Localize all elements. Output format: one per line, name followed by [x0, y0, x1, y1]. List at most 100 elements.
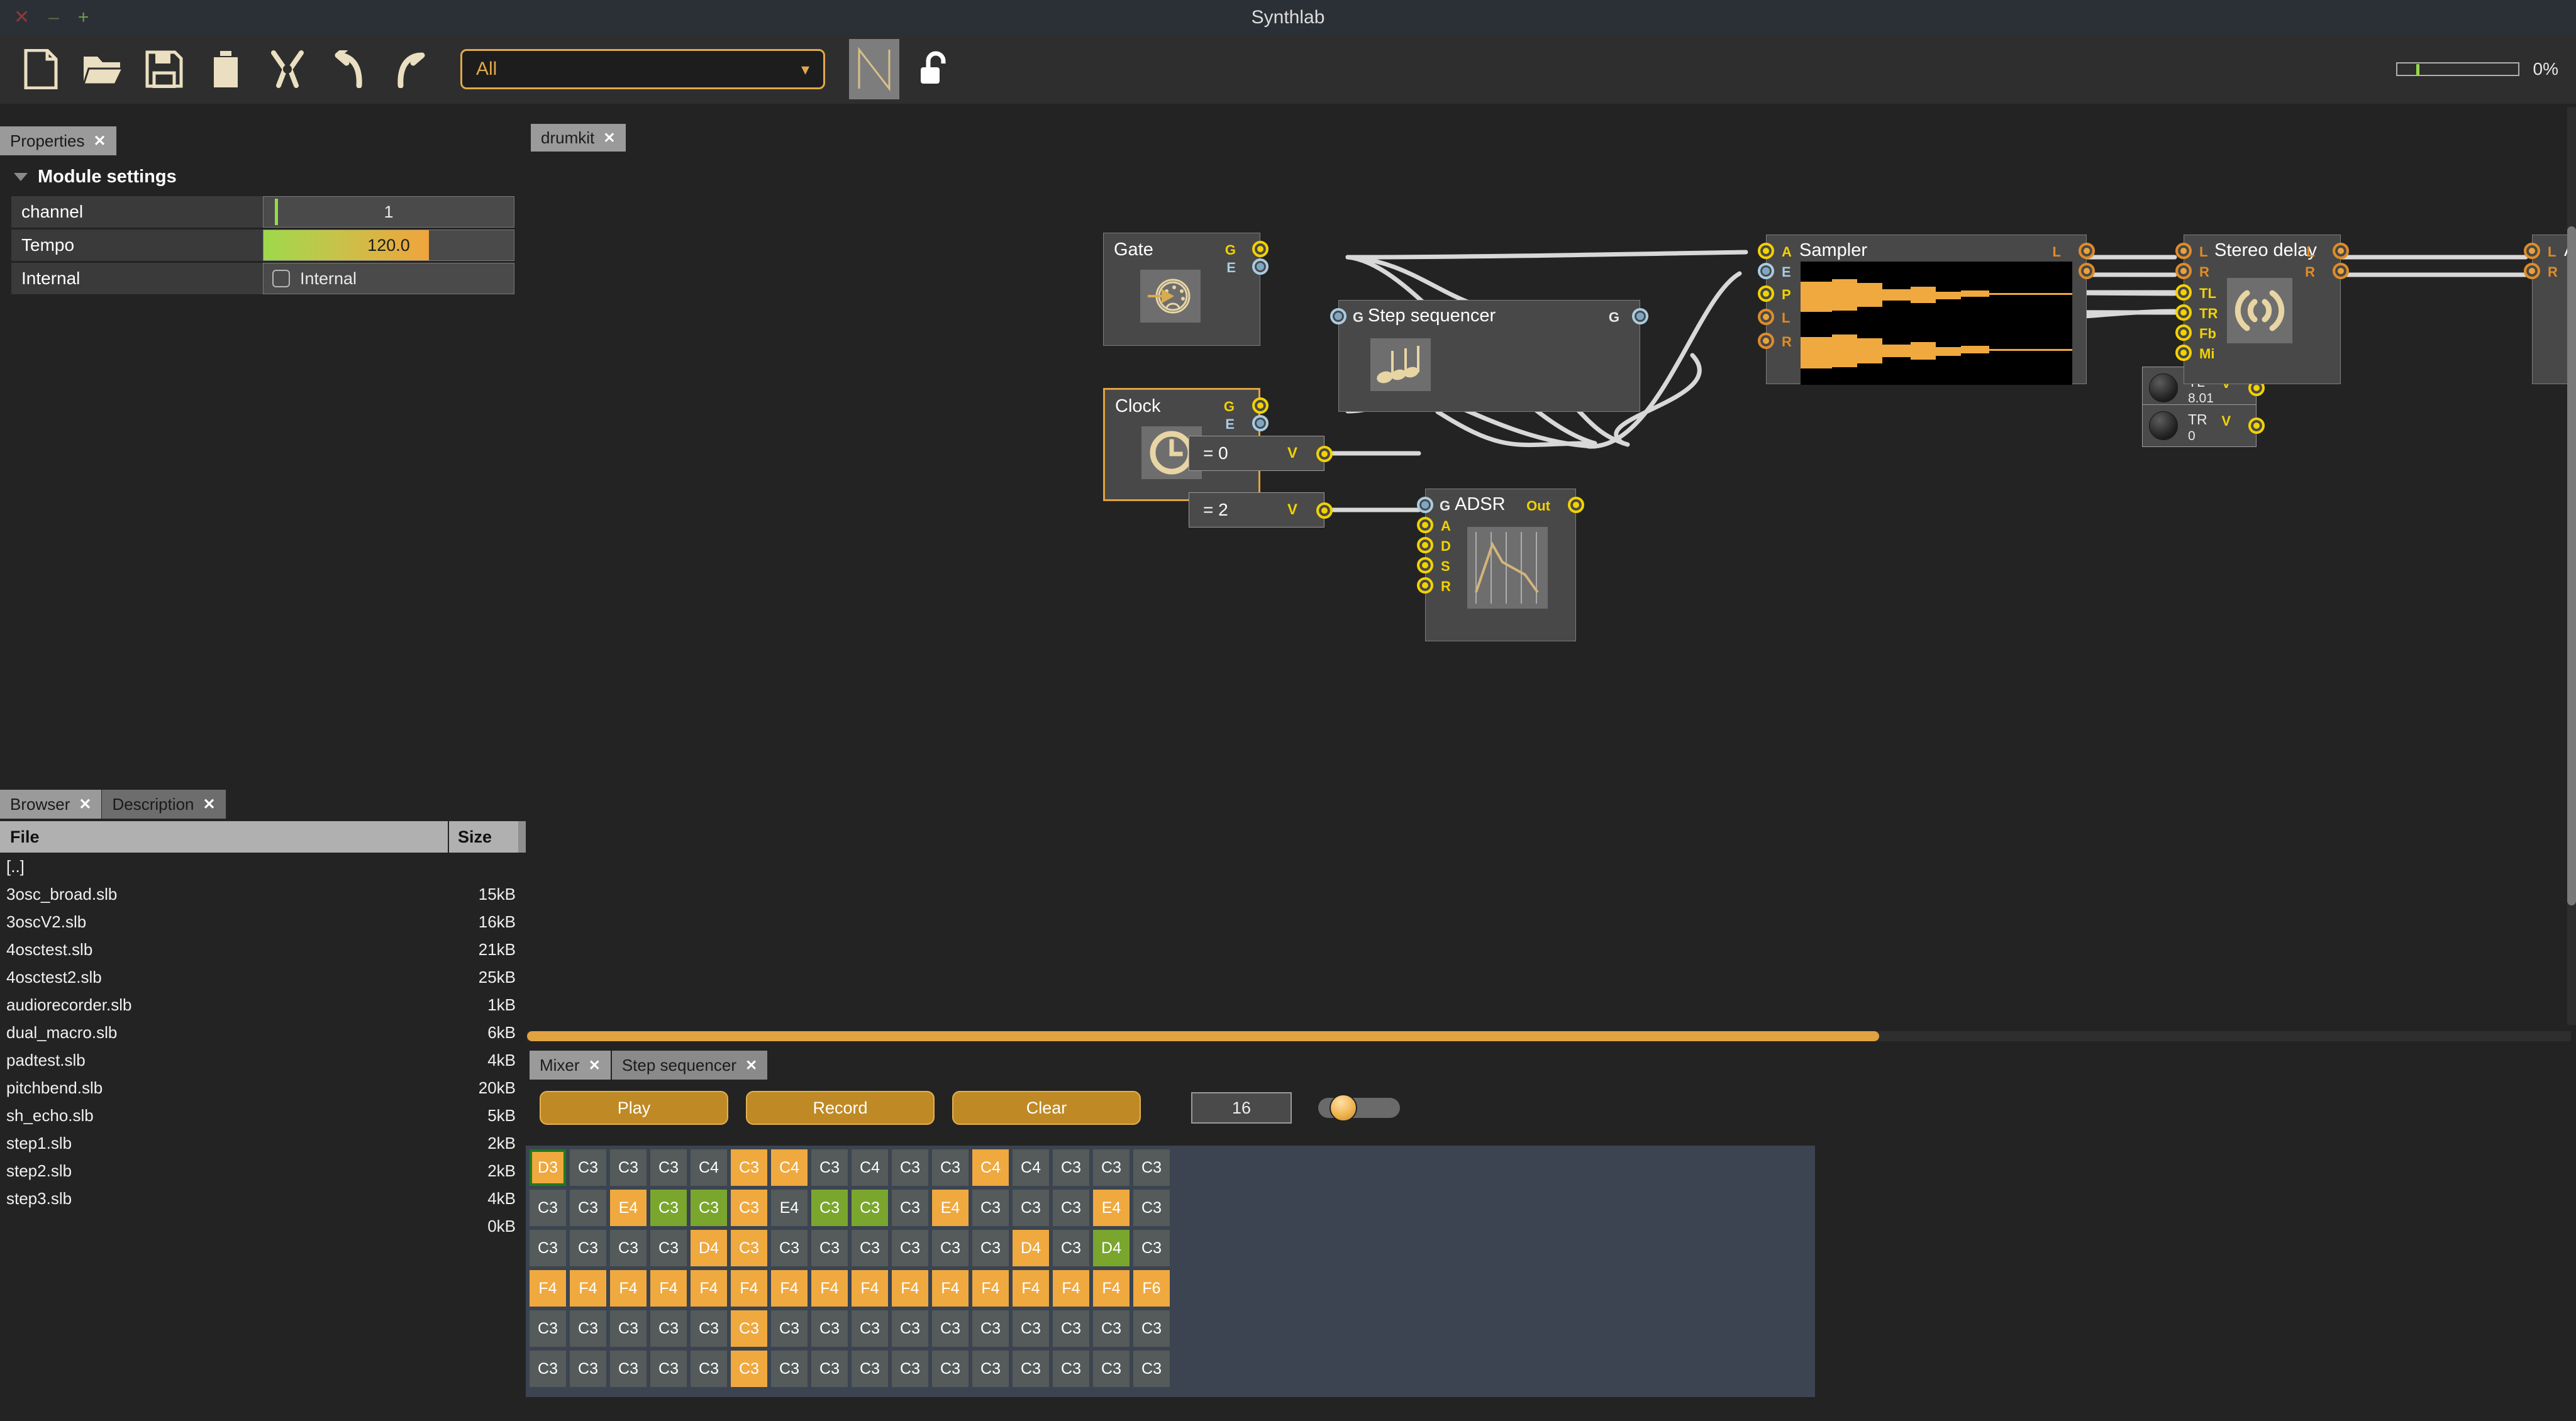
sequencer-cell[interactable]: C3 — [650, 1310, 687, 1347]
knob-dial-tl[interactable] — [2149, 373, 2178, 402]
sequencer-cell[interactable]: C3 — [610, 1149, 647, 1186]
sequencer-cell[interactable]: C3 — [811, 1230, 848, 1266]
sequencer-cell[interactable]: C3 — [1013, 1190, 1049, 1226]
tab-description[interactable]: Description ✕ — [102, 790, 226, 819]
list-item[interactable]: dual_macro.slb 6kB — [0, 1019, 526, 1046]
const-node-0-port[interactable] — [1316, 446, 1333, 462]
column-header-size[interactable]: Size — [449, 821, 518, 853]
internal-checkbox[interactable] — [272, 270, 290, 287]
sequencer-cell[interactable]: F4 — [1053, 1270, 1089, 1307]
canvas-vertical-scroll-thumb[interactable] — [2567, 226, 2576, 905]
sequencer-cell[interactable]: C3 — [932, 1230, 969, 1266]
node-gate-out-g-port[interactable] — [1252, 241, 1269, 257]
tempo-slider[interactable]: 120.0 — [263, 229, 514, 261]
node-clock-out-g-port[interactable] — [1252, 397, 1269, 414]
knob-dial-tr[interactable] — [2149, 411, 2178, 440]
sequencer-cell[interactable]: C3 — [731, 1149, 767, 1186]
sequencer-cell[interactable]: C3 — [731, 1310, 767, 1347]
sequencer-cell[interactable]: C3 — [1093, 1351, 1130, 1387]
sequencer-cell[interactable]: C3 — [1133, 1149, 1170, 1186]
sequencer-cell[interactable]: C3 — [972, 1230, 1009, 1266]
sequencer-cell[interactable]: C3 — [852, 1310, 888, 1347]
tools-wrench-icon[interactable] — [260, 42, 314, 96]
const-node-1[interactable]: = 2 V — [1189, 492, 1333, 528]
list-item[interactable]: 0kB — [0, 1212, 526, 1240]
sequencer-cell[interactable]: F4 — [570, 1270, 606, 1307]
canvas-horizontal-scrollbar[interactable] — [527, 1031, 2571, 1041]
sawtooth-wave-icon[interactable] — [849, 39, 899, 99]
undo-arrow-icon[interactable] — [322, 42, 376, 96]
play-button[interactable]: Play — [540, 1091, 728, 1125]
sequencer-cell[interactable]: C3 — [1013, 1351, 1049, 1387]
node-adsr[interactable]: G ADSR Out A D S R — [1417, 489, 1584, 641]
sequencer-cell[interactable]: C3 — [570, 1351, 606, 1387]
node-delay-in-fb-port[interactable] — [2175, 324, 2192, 341]
node-delay-out-l-port[interactable] — [2333, 243, 2349, 259]
sequencer-cell[interactable]: F4 — [1013, 1270, 1049, 1307]
sequencer-cell[interactable]: C3 — [1053, 1351, 1089, 1387]
open-folder-icon[interactable] — [75, 42, 130, 96]
list-item[interactable]: 3osc_broad.slb 15kB — [0, 880, 526, 908]
node-stepseq-out-g-port[interactable] — [1632, 308, 1648, 324]
sequencer-cell[interactable]: F4 — [892, 1270, 928, 1307]
sequencer-cell[interactable]: D4 — [691, 1230, 727, 1266]
sequencer-cell[interactable]: C3 — [852, 1190, 888, 1226]
sequencer-cell[interactable]: C3 — [731, 1190, 767, 1226]
const-node-1-port[interactable] — [1316, 502, 1333, 519]
sequencer-cell[interactable]: C3 — [691, 1310, 727, 1347]
record-button[interactable]: Record — [746, 1091, 935, 1125]
node-delay-in-tr-port[interactable] — [2175, 304, 2192, 321]
knob-node-tr[interactable]: TR 0 V — [2142, 404, 2265, 447]
channel-slider[interactable]: 1 — [263, 196, 514, 228]
sequencer-cell[interactable]: C4 — [1013, 1149, 1049, 1186]
node-adsr-in-r-port[interactable] — [1417, 577, 1433, 594]
const-node-0[interactable]: = 0 V — [1189, 436, 1333, 471]
sequencer-cell[interactable]: F4 — [1093, 1270, 1130, 1307]
close-icon[interactable]: ✕ — [94, 132, 106, 150]
tab-properties[interactable]: Properties ✕ — [0, 126, 117, 155]
knob-tr-port[interactable] — [2248, 417, 2265, 434]
sequencer-cell[interactable]: C3 — [570, 1190, 606, 1226]
sequencer-cell[interactable]: C4 — [972, 1149, 1009, 1186]
steps-count-slider[interactable] — [1318, 1094, 1400, 1122]
sequencer-cell[interactable]: C3 — [610, 1230, 647, 1266]
sequencer-cell[interactable]: C3 — [570, 1310, 606, 1347]
node-adsr-in-a-port[interactable] — [1417, 517, 1433, 533]
canvas-vertical-scrollbar[interactable] — [2567, 107, 2576, 1025]
list-item[interactable]: step2.slb 2kB — [0, 1157, 526, 1185]
sequencer-cell[interactable]: C4 — [852, 1149, 888, 1186]
sequencer-cell[interactable]: C3 — [771, 1351, 808, 1387]
sequencer-cell[interactable]: F4 — [972, 1270, 1009, 1307]
sequencer-cell[interactable]: C3 — [530, 1230, 566, 1266]
column-header-file[interactable]: File — [0, 821, 449, 853]
node-adsr-in-d-port[interactable] — [1417, 537, 1433, 553]
sequencer-cell[interactable]: F4 — [852, 1270, 888, 1307]
node-stepseq-in-g-port[interactable] — [1330, 308, 1346, 324]
node-sampler-in-r-port[interactable] — [1758, 333, 1774, 349]
sequencer-cell[interactable]: C3 — [892, 1230, 928, 1266]
sequencer-cell[interactable]: C3 — [731, 1351, 767, 1387]
sequencer-cell[interactable]: C3 — [852, 1230, 888, 1266]
sequencer-cell[interactable]: C3 — [892, 1190, 928, 1226]
sequencer-cell[interactable]: C3 — [811, 1149, 848, 1186]
node-adsr-out-port[interactable] — [1568, 497, 1584, 513]
clear-button[interactable]: Clear — [952, 1091, 1141, 1125]
close-icon[interactable]: ✕ — [745, 1057, 757, 1074]
module-filter-select[interactable]: All ▾ — [460, 49, 825, 89]
sequencer-cell[interactable]: C3 — [852, 1351, 888, 1387]
sequencer-cell[interactable]: C3 — [691, 1351, 727, 1387]
node-sampler-out-l-port[interactable] — [2079, 243, 2095, 259]
sequencer-cell[interactable]: C3 — [932, 1310, 969, 1347]
sequencer-cell[interactable]: C3 — [972, 1351, 1009, 1387]
redo-arrow-icon[interactable] — [384, 42, 438, 96]
sequencer-cell[interactable]: C3 — [1053, 1310, 1089, 1347]
sequencer-cell[interactable]: F6 — [1133, 1270, 1170, 1307]
sequencer-cell[interactable]: C3 — [1133, 1351, 1170, 1387]
node-sampler[interactable]: A Sampler E P L R L R — [1758, 235, 2095, 385]
module-settings-header[interactable]: Module settings — [0, 159, 526, 196]
node-delay-in-l-port[interactable] — [2175, 243, 2192, 259]
sequencer-cell[interactable]: C3 — [771, 1230, 808, 1266]
sequencer-cell[interactable]: C3 — [972, 1190, 1009, 1226]
unlock-icon[interactable] — [913, 44, 957, 94]
sequencer-cell[interactable]: C3 — [932, 1149, 969, 1186]
